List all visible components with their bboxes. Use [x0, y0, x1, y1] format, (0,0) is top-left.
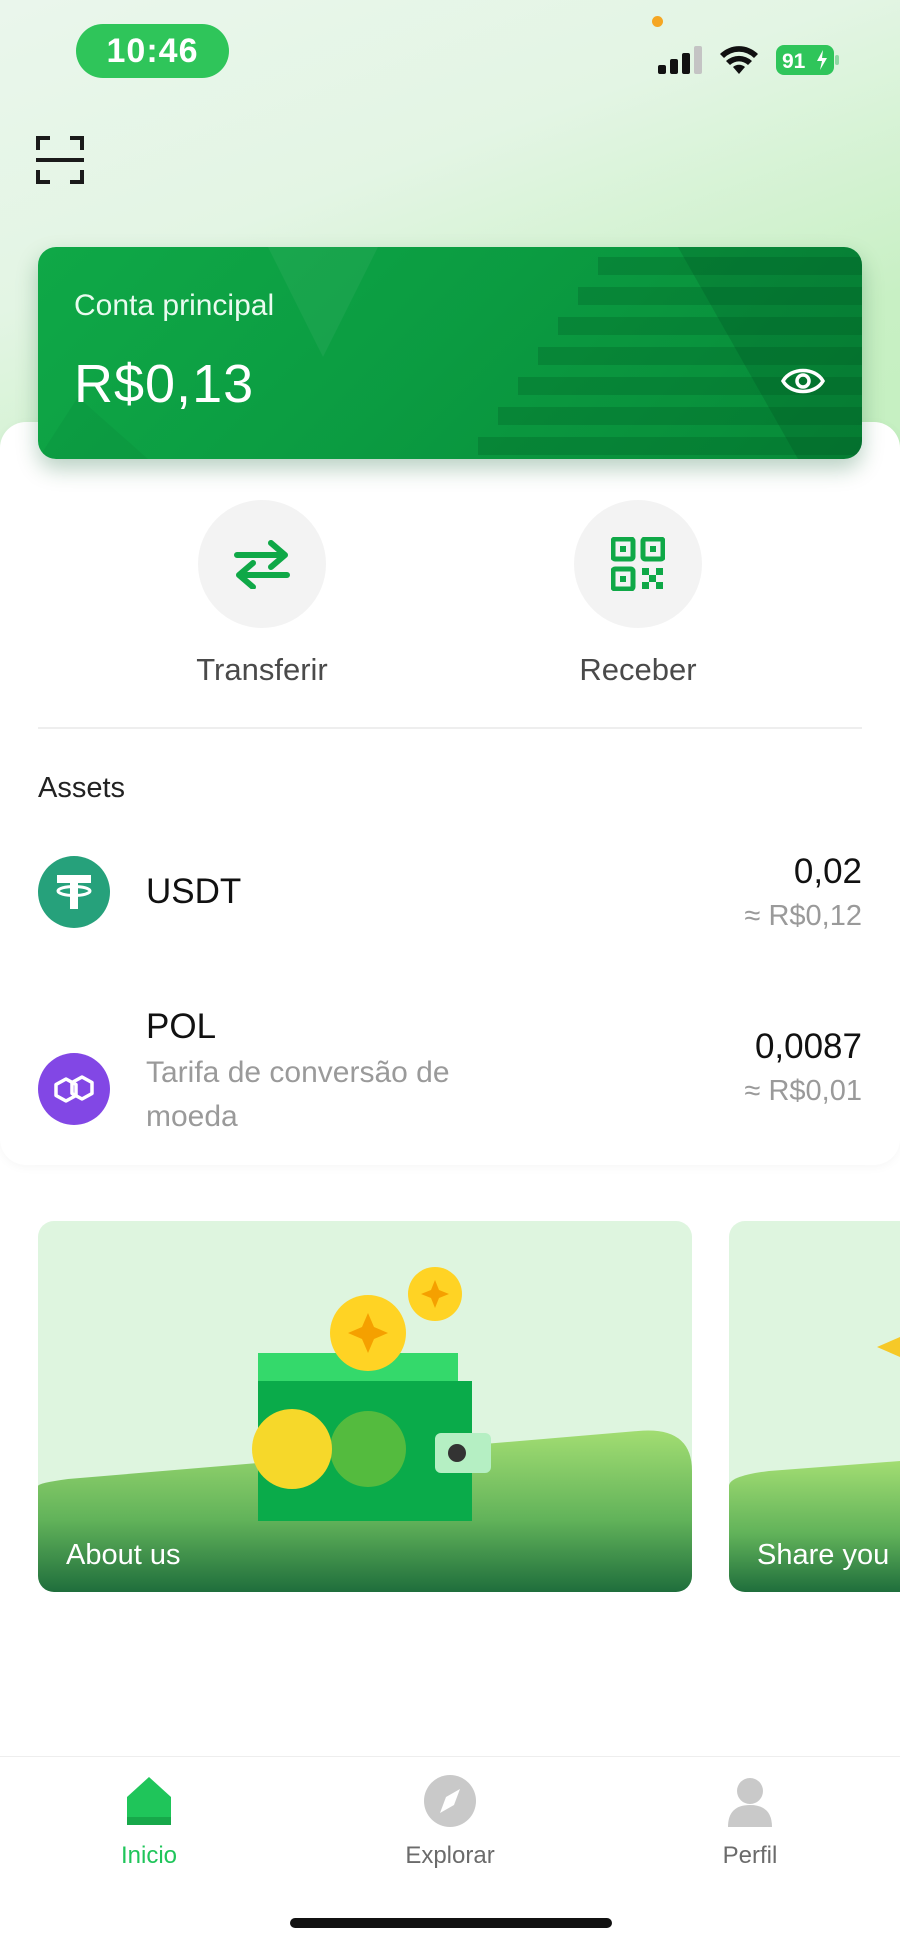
- promo-label: Share you: [757, 1539, 890, 1571]
- share-illustration: [729, 1337, 900, 1592]
- receive-label: Receber: [579, 652, 697, 687]
- tether-icon: [38, 856, 110, 928]
- promo-card-about[interactable]: About us: [38, 1221, 692, 1592]
- account-balance: R$0,13: [74, 354, 255, 414]
- section-divider: [38, 727, 862, 729]
- promo-card-share[interactable]: Share you: [729, 1221, 900, 1592]
- home-indicator[interactable]: [290, 1918, 612, 1928]
- nav-label: Inicio: [120, 1842, 178, 1869]
- person-icon: [728, 1778, 772, 1827]
- asset-amount: 0,0087: [754, 1027, 862, 1066]
- wifi-icon: [720, 46, 758, 74]
- home-icon: [127, 1777, 171, 1825]
- transfer-button[interactable]: Transferir: [162, 500, 362, 688]
- battery-icon: 91: [776, 45, 839, 75]
- nav-item-inicio[interactable]: Inicio: [69, 1773, 229, 1870]
- asset-symbol: USDT: [146, 872, 242, 911]
- promo-label: About us: [66, 1539, 181, 1571]
- compass-icon: [424, 1775, 476, 1827]
- status-time: 10:46: [76, 24, 229, 78]
- status-bar: 10:46 91: [0, 0, 900, 100]
- asset-fiat-value: ≈ R$0,01: [744, 1075, 863, 1107]
- transfer-circle[interactable]: [198, 500, 326, 628]
- qr-code-icon: [611, 537, 665, 591]
- asset-symbol: POL: [146, 1007, 217, 1046]
- battery-level: 91: [782, 50, 806, 73]
- account-card[interactable]: Conta principal R$0,13: [38, 247, 862, 459]
- privacy-indicator-dot: [652, 16, 663, 27]
- polygon-icon: [38, 1053, 110, 1125]
- nav-item-explorar[interactable]: Explorar: [370, 1773, 530, 1870]
- asset-row-pol[interactable]: POL Tarifa de conversão de moeda 0,0087 …: [38, 1007, 862, 1147]
- assets-title: Assets: [38, 772, 126, 804]
- cellular-signal-icon: [658, 46, 702, 74]
- asset-fiat-value: ≈ R$0,12: [744, 900, 863, 932]
- asset-subtitle: Tarifa de conversão de moeda: [146, 1056, 450, 1133]
- asset-row-usdt[interactable]: USDT 0,02 ≈ R$0,12: [38, 852, 862, 932]
- receive-circle[interactable]: [574, 500, 702, 628]
- eye-icon[interactable]: [781, 363, 825, 399]
- receive-button[interactable]: Receber: [538, 500, 738, 688]
- nav-label: Perfil: [722, 1842, 778, 1869]
- transfer-arrows-icon: [234, 540, 290, 589]
- nav-label: Explorar: [405, 1842, 495, 1869]
- main-panel: Transferir Receber Assets USDT 0,02 ≈ R$…: [0, 422, 900, 1165]
- account-label: Conta principal: [74, 289, 275, 322]
- wallet-illustration: [38, 1267, 692, 1592]
- transfer-label: Transferir: [196, 652, 328, 687]
- nav-item-perfil[interactable]: Perfil: [670, 1773, 830, 1870]
- scan-icon[interactable]: [36, 136, 84, 184]
- asset-amount: 0,02: [793, 852, 862, 891]
